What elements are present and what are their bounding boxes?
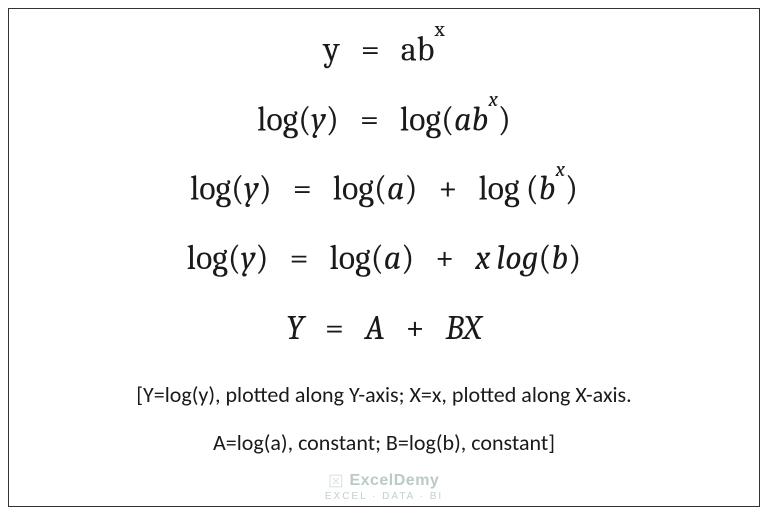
var-b: b (539, 169, 556, 209)
plus-sign: + (439, 169, 458, 209)
equals-sign: = (290, 238, 309, 278)
log-fn: log (330, 238, 371, 278)
note-line-2: A=log(a), constant; B=log(b), constant] (213, 431, 555, 455)
var-b: b (551, 238, 568, 278)
log-fn: log (333, 169, 374, 209)
exponent-x: x (434, 18, 444, 42)
equation-1: y = abx (323, 31, 444, 69)
watermark-brand: ExcelDemy (349, 472, 439, 489)
equals-sign: = (293, 169, 312, 209)
log-fn: log (478, 169, 519, 209)
note-line-1: [Y=log(y), plotted along Y-axis; X=x, pl… (136, 383, 631, 407)
excel-logo-icon (329, 474, 343, 491)
coef-x: x (475, 238, 490, 278)
var-a: a (384, 238, 402, 278)
var-y: y (311, 99, 326, 139)
log-fn: log (496, 238, 538, 278)
exponent-x: x (488, 88, 497, 112)
log-fn: log (400, 99, 441, 139)
equals-sign: = (325, 308, 344, 348)
var-y: y (241, 238, 256, 278)
equals-sign: = (361, 29, 380, 69)
equation-3: log(y) = log(a) + log(bx) (190, 170, 578, 208)
var-B: B (446, 308, 464, 348)
var-b: b (472, 99, 489, 139)
var-b: b (417, 29, 435, 69)
var-Y: Y (286, 308, 304, 348)
equals-sign: = (360, 99, 379, 139)
var-a: a (387, 169, 405, 209)
var-a: a (454, 99, 472, 139)
watermark: ExcelDemy EXCEL · DATA · BI (325, 472, 443, 502)
log-fn: log (190, 169, 231, 209)
var-y: y (323, 29, 339, 69)
equation-5: Y = A + BX (286, 310, 482, 347)
plus-sign: + (435, 238, 454, 278)
log-fn: log (257, 99, 298, 139)
plus-sign: + (406, 308, 425, 348)
var-y: y (244, 169, 259, 209)
log-fn: log (187, 238, 228, 278)
equation-2: log(y) = log(abx) (257, 101, 511, 139)
var-A: A (365, 308, 385, 348)
document-frame: y = abx log(y) = log(abx) log(y) = log(a… (8, 8, 760, 507)
watermark-tagline: EXCEL · DATA · BI (325, 491, 443, 502)
var-a: a (401, 29, 417, 69)
exponent-x: x (556, 158, 565, 182)
var-X: X (463, 308, 482, 348)
equation-4: log(y) = log(a) + xlog(b) (187, 240, 582, 277)
